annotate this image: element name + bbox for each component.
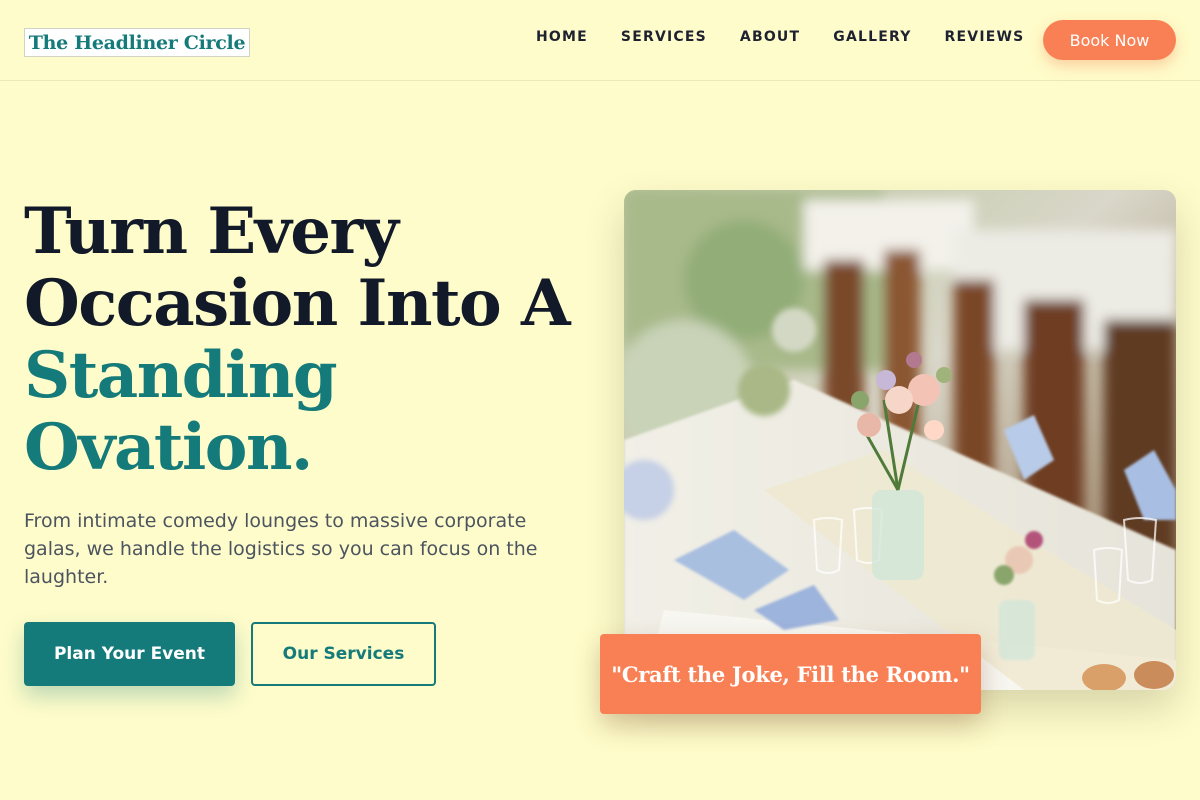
banquet-table-photo: [624, 190, 1176, 690]
headline-line-2: Occasion Into A: [24, 266, 571, 341]
nav-link-home[interactable]: HOME: [536, 29, 588, 45]
nav-link-reviews[interactable]: REVIEWS: [945, 29, 1025, 45]
book-now-button[interactable]: Book Now: [1043, 20, 1176, 60]
nav-links: HOME SERVICES ABOUT GALLERY REVIEWS: [536, 29, 1024, 45]
headline-line-1: Turn Every: [24, 194, 399, 269]
headline-accent-2: Ovation.: [24, 410, 313, 485]
quote-text: "Craft the Joke, Fill the Room.": [611, 661, 970, 687]
nav-link-gallery[interactable]: GALLERY: [833, 29, 911, 45]
nav-link-services[interactable]: SERVICES: [621, 29, 707, 45]
quote-card: "Craft the Joke, Fill the Room.": [600, 634, 981, 714]
hero-photo: [624, 190, 1176, 690]
top-navigation: The Headliner Circle HOME SERVICES ABOUT…: [0, 0, 1200, 81]
hero-subtext: From intimate comedy lounges to massive …: [24, 510, 538, 588]
brand-logo[interactable]: The Headliner Circle: [24, 28, 250, 57]
our-services-button[interactable]: Our Services: [251, 622, 436, 686]
hero-headline: Turn Every Occasion Into A Standing Ovat…: [24, 196, 584, 484]
nav-link-about[interactable]: ABOUT: [740, 29, 800, 45]
headline-accent-1: Standing: [24, 338, 338, 413]
plan-your-event-button[interactable]: Plan Your Event: [24, 622, 235, 686]
